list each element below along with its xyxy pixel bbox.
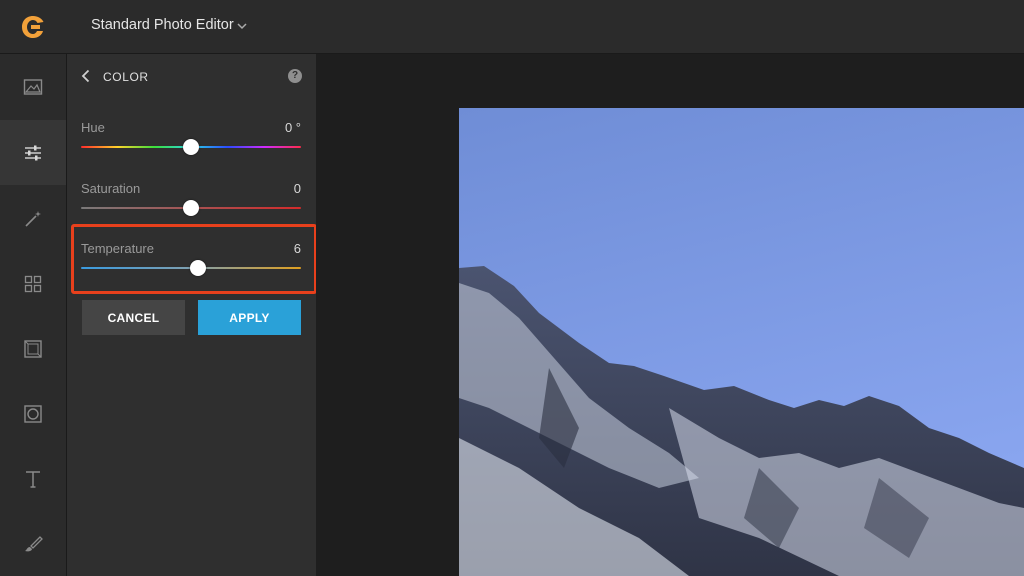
grid-icon xyxy=(24,275,42,292)
hue-label: Hue xyxy=(81,120,105,135)
saturation-value: 0 xyxy=(293,181,301,196)
hue-knob[interactable] xyxy=(183,139,199,155)
image-icon xyxy=(23,78,43,95)
frame-icon xyxy=(24,339,42,358)
vignette-icon xyxy=(24,404,42,423)
cancel-button[interactable]: CANCEL xyxy=(82,300,185,335)
tool-rail xyxy=(0,54,67,576)
help-icon[interactable]: ? xyxy=(288,69,302,83)
saturation-label: Saturation xyxy=(81,181,141,196)
rail-item-effects[interactable] xyxy=(0,186,66,251)
rail-item-vignette[interactable] xyxy=(0,381,66,446)
back-chevron-icon[interactable] xyxy=(79,69,93,83)
app-title[interactable]: Standard Photo Editor xyxy=(91,17,234,33)
hue-slider: Hue 0 ° xyxy=(81,120,301,170)
rail-item-image[interactable] xyxy=(0,54,66,119)
temperature-highlight-box xyxy=(71,224,317,294)
rail-item-overlays[interactable] xyxy=(0,251,66,316)
mountain-photo xyxy=(459,108,1024,576)
panel-title: COLOR xyxy=(103,70,149,84)
brush-icon xyxy=(25,535,43,551)
hue-value: 0 ° xyxy=(284,120,301,135)
sliders-icon xyxy=(25,145,41,160)
magic-wand-icon xyxy=(25,210,41,227)
photo-preview[interactable] xyxy=(459,108,1024,576)
rail-item-draw[interactable] xyxy=(0,511,66,576)
chevron-down-icon[interactable] xyxy=(236,20,248,32)
text-icon xyxy=(26,470,40,488)
top-bar: Standard Photo Editor xyxy=(0,0,1024,54)
app-logo-icon[interactable] xyxy=(20,14,46,40)
rail-item-text[interactable] xyxy=(0,446,66,511)
rail-item-adjust[interactable] xyxy=(0,120,66,185)
saturation-knob[interactable] xyxy=(183,200,199,216)
apply-button[interactable]: APPLY xyxy=(198,300,301,335)
rail-item-frames[interactable] xyxy=(0,316,66,381)
